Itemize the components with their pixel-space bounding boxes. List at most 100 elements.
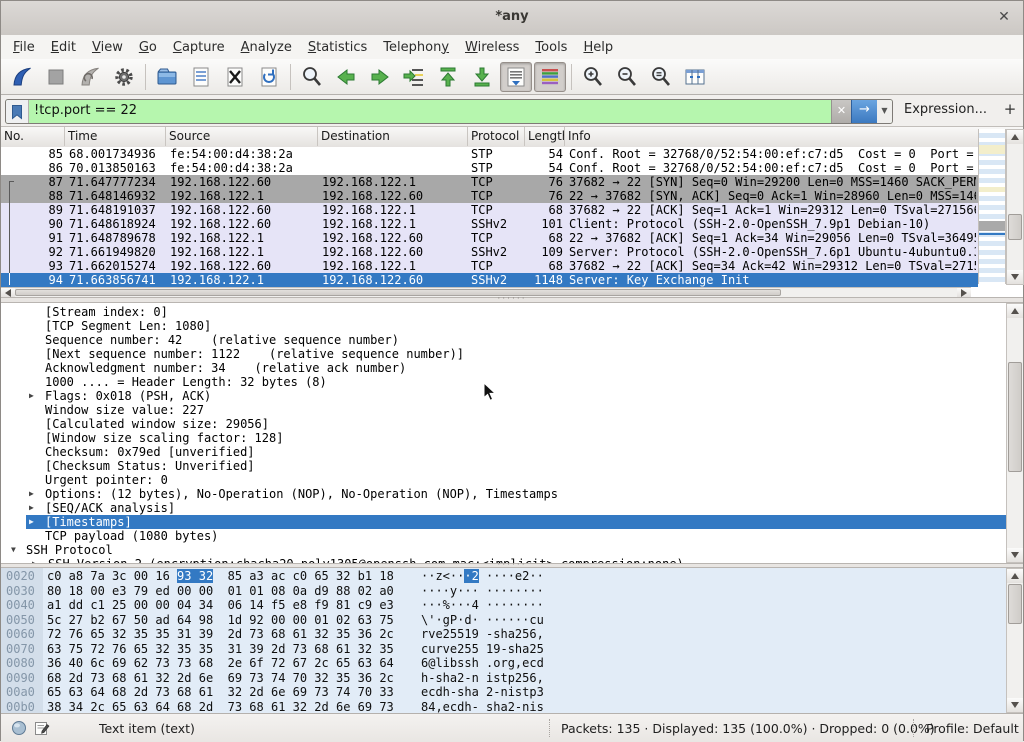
filter-dropdown-button[interactable]: ▼: [877, 100, 892, 123]
detail-line[interactable]: 1000 .... = Header Length: 32 bytes (8): [2, 375, 1006, 389]
packet-row-89[interactable]: 8971.648191037192.168.122.60192.168.122.…: [1, 203, 978, 217]
packet-minimap[interactable]: [978, 129, 1006, 284]
filter-apply-button[interactable]: →: [851, 100, 877, 123]
save-file-button[interactable]: [185, 62, 217, 92]
scroll-up-icon[interactable]: [1007, 130, 1023, 144]
detail-line-timestamps-selected[interactable]: [Timestamps]: [2, 515, 1006, 529]
display-filter-input[interactable]: !tcp.port == 22 ✕ → ▼: [5, 99, 893, 124]
colorize-button[interactable]: [534, 62, 566, 92]
capture-options-button[interactable]: [108, 62, 140, 92]
hex-row[interactable]: 0020c0 a8 7a 3c 00 16 93 32 85 a3 ac c0 …: [1, 569, 1005, 584]
detail-line[interactable]: Checksum: 0x79ed [unverified]: [2, 445, 1006, 459]
bytes-scrollbar[interactable]: [1006, 568, 1023, 713]
detail-line-options[interactable]: Options: (12 bytes), No-Operation (NOP),…: [2, 487, 1006, 501]
go-to-packet-button[interactable]: [398, 62, 430, 92]
col-header-length[interactable]: Length: [525, 127, 565, 146]
menu-wireless[interactable]: Wireless: [457, 38, 527, 57]
detail-line[interactable]: [TCP Segment Len: 1080]: [2, 319, 1006, 333]
detail-line-ssh-protocol[interactable]: SSH Protocol: [2, 543, 1006, 557]
hex-row[interactable]: 0040a1 dd c1 25 00 00 04 34 06 14 f5 e8 …: [1, 598, 1005, 613]
expander-icon[interactable]: [11, 543, 16, 557]
hex-row[interactable]: 008036 40 6c 69 62 73 73 68 2e 6f 72 67 …: [1, 656, 1005, 671]
detail-line[interactable]: TCP payload (1080 bytes): [2, 529, 1006, 543]
reload-file-button[interactable]: [253, 62, 285, 92]
expander-icon[interactable]: [29, 487, 34, 501]
scroll-down-icon[interactable]: [1007, 698, 1023, 712]
hex-row[interactable]: 007063 75 72 76 65 32 35 35 31 39 2d 73 …: [1, 642, 1005, 657]
scrollbar-thumb[interactable]: [1008, 362, 1022, 472]
hex-row[interactable]: 006072 76 65 32 35 35 31 39 2d 73 68 61 …: [1, 627, 1005, 642]
hex-row[interactable]: 00b038 34 2c 65 63 64 68 2d 73 68 61 32 …: [1, 700, 1005, 714]
detail-line[interactable]: [Window size scaling factor: 128]: [2, 431, 1006, 445]
titlebar[interactable]: *any ✕: [1, 1, 1023, 36]
detail-line[interactable]: Urgent pointer: 0: [2, 473, 1006, 487]
detail-line[interactable]: [Next sequence number: 1122 (relative se…: [2, 347, 1006, 361]
auto-scroll-button[interactable]: [500, 62, 532, 92]
packet-row-87[interactable]: 8771.647777234192.168.122.60192.168.122.…: [1, 175, 978, 189]
menu-tools[interactable]: Tools: [527, 38, 575, 57]
stop-capture-button[interactable]: [40, 62, 72, 92]
open-file-button[interactable]: [151, 62, 183, 92]
close-icon[interactable]: ✕: [995, 8, 1013, 26]
expert-info-icon[interactable]: [11, 720, 27, 736]
scroll-up-icon[interactable]: [1007, 569, 1023, 583]
scrollbar-thumb[interactable]: [1008, 584, 1022, 624]
col-header-info[interactable]: Info: [565, 127, 978, 146]
detail-line-flags[interactable]: Flags: 0x018 (PSH, ACK): [2, 389, 1006, 403]
scroll-down-icon[interactable]: [1007, 270, 1023, 284]
expander-icon[interactable]: [29, 389, 34, 403]
col-header-time[interactable]: Time: [65, 127, 166, 146]
packet-row-90[interactable]: 9071.648618924192.168.122.60192.168.122.…: [1, 217, 978, 231]
details-scrollbar[interactable]: [1006, 303, 1023, 563]
detail-line[interactable]: [Checksum Status: Unverified]: [2, 459, 1006, 473]
detail-line[interactable]: Window size value: 227: [2, 403, 1006, 417]
go-back-button[interactable]: [330, 62, 362, 92]
capture-comment-icon[interactable]: [34, 720, 50, 736]
zoom-out-button[interactable]: [611, 62, 643, 92]
packet-row-92[interactable]: 9271.661949820192.168.122.1192.168.122.6…: [1, 245, 978, 259]
restart-capture-button[interactable]: [74, 62, 106, 92]
packet-row-91[interactable]: 9171.648789678192.168.122.1192.168.122.6…: [1, 231, 978, 245]
go-last-button[interactable]: [466, 62, 498, 92]
hex-row[interactable]: 009068 2d 73 68 61 32 2d 6e 69 73 74 70 …: [1, 671, 1005, 686]
col-header-destination[interactable]: Destination: [318, 127, 468, 146]
menu-go[interactable]: Go: [131, 38, 165, 57]
filter-text[interactable]: !tcp.port == 22: [29, 100, 831, 123]
hex-row[interactable]: 00505c 27 b2 67 50 ad 64 98 1d 92 00 00 …: [1, 613, 1005, 628]
menu-telephony[interactable]: Telephony: [375, 38, 457, 57]
zoom-original-button[interactable]: [645, 62, 677, 92]
menu-help[interactable]: Help: [575, 38, 621, 57]
profile-text[interactable]: Profile: Default: [926, 721, 1019, 736]
detail-line[interactable]: Acknowledgment number: 34 (relative ack …: [2, 361, 1006, 375]
menu-statistics[interactable]: Statistics: [300, 38, 375, 57]
go-forward-button[interactable]: [364, 62, 396, 92]
resize-columns-button[interactable]: [679, 62, 711, 92]
hex-row[interactable]: 003080 18 00 e3 79 ed 00 00 01 01 08 0a …: [1, 584, 1005, 599]
detail-line-seqack[interactable]: [SEQ/ACK analysis]: [2, 501, 1006, 515]
close-file-button[interactable]: [219, 62, 251, 92]
detail-line[interactable]: [Calculated window size: 29056]: [2, 417, 1006, 431]
packet-row-86[interactable]: 8670.013850163fe:54:00:d4:38:2aSTP54Conf…: [1, 161, 978, 175]
filter-clear-button[interactable]: ✕: [831, 100, 851, 123]
menu-capture[interactable]: Capture: [165, 38, 233, 57]
menu-file[interactable]: File: [5, 38, 43, 57]
col-header-protocol[interactable]: Protocol: [468, 127, 525, 146]
hex-row[interactable]: 00a065 63 64 68 2d 73 68 61 32 2d 6e 69 …: [1, 685, 1005, 700]
menu-view[interactable]: View: [84, 38, 131, 57]
scrollbar-thumb[interactable]: [1008, 214, 1022, 240]
packet-row-88[interactable]: 8871.648146932192.168.122.1192.168.122.6…: [1, 189, 978, 203]
menu-analyze[interactable]: Analyze: [233, 38, 300, 57]
scroll-up-icon[interactable]: [1007, 304, 1023, 318]
packet-row-85[interactable]: 8568.001734936fe:54:00:d4:38:2aSTP54Conf…: [1, 147, 978, 161]
add-filter-button[interactable]: +: [1001, 99, 1019, 119]
find-packet-button[interactable]: [296, 62, 328, 92]
start-capture-button[interactable]: [6, 62, 38, 92]
detail-line[interactable]: [Stream index: 0]: [2, 305, 1006, 319]
col-header-no[interactable]: No.: [1, 127, 65, 146]
packet-row-94-selected[interactable]: 9471.663856741192.168.122.1192.168.122.6…: [1, 273, 978, 287]
menu-edit[interactable]: Edit: [43, 38, 84, 57]
expander-icon[interactable]: [29, 501, 34, 515]
expander-icon[interactable]: [29, 515, 34, 529]
expression-button[interactable]: Expression...: [904, 102, 987, 117]
packet-row-93[interactable]: 9371.662015274192.168.122.60192.168.122.…: [1, 259, 978, 273]
